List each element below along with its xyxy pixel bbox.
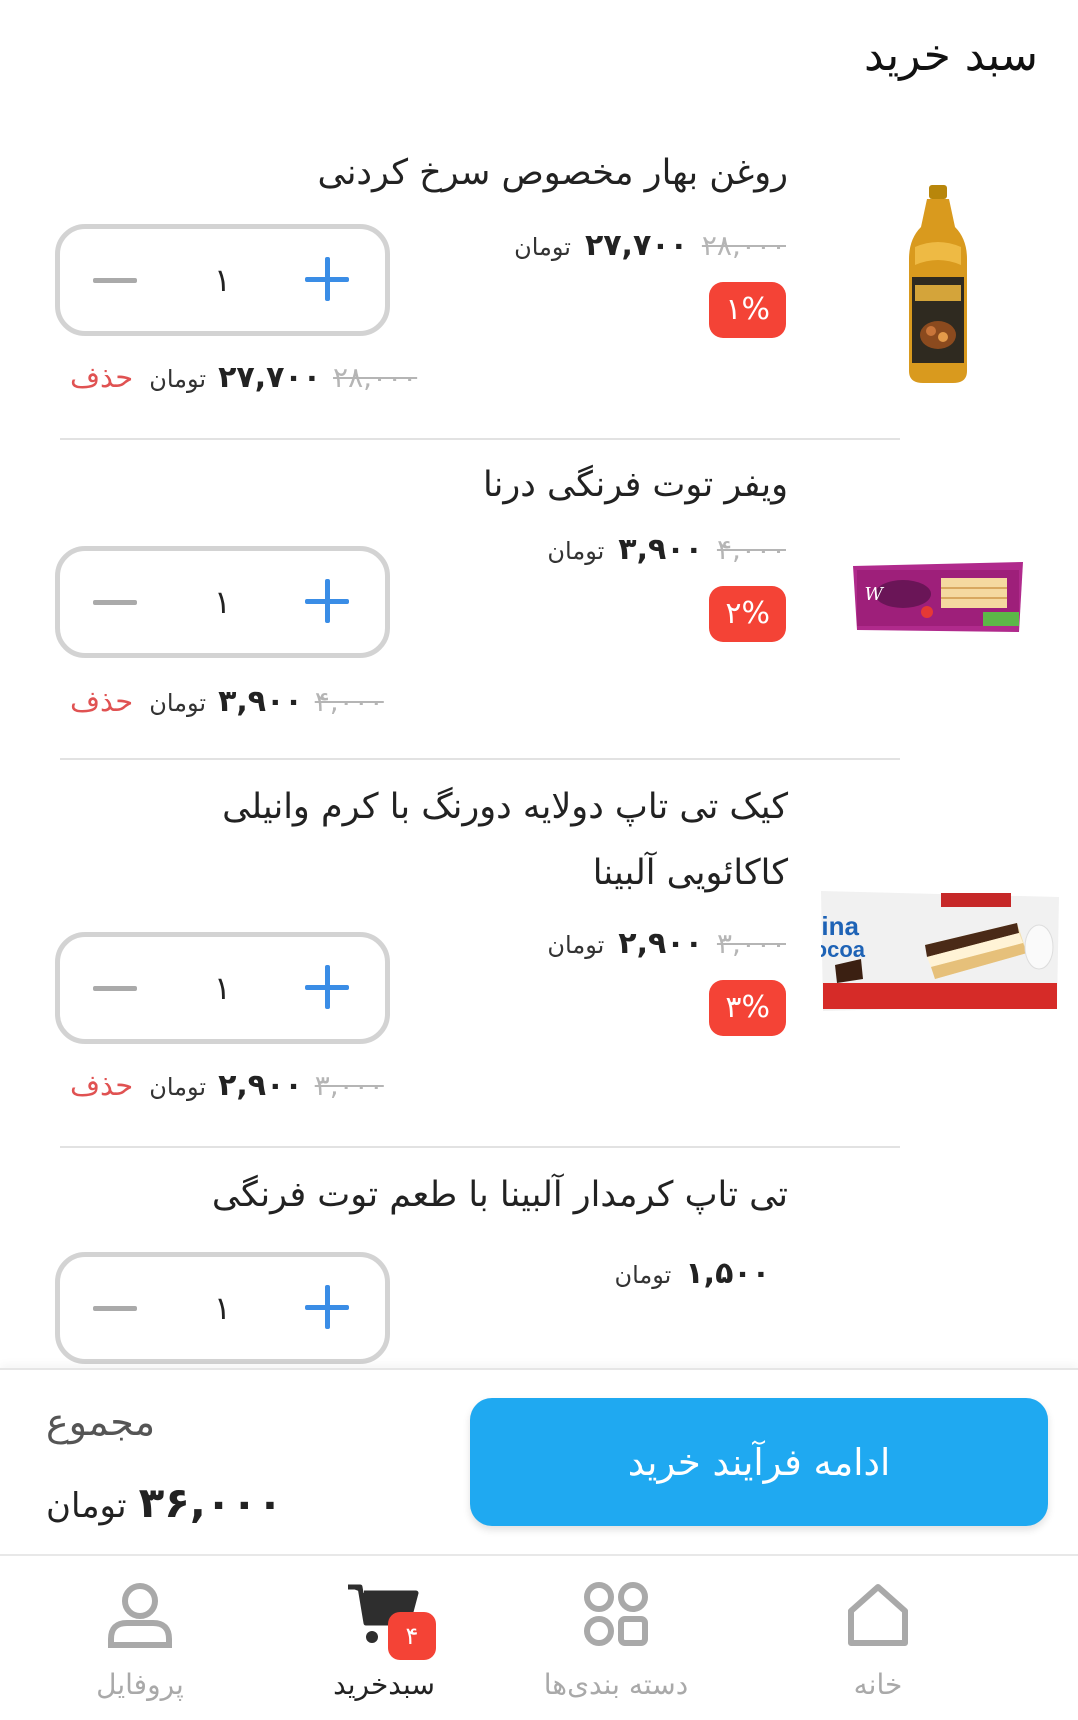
currency-label: تومان [514,233,571,261]
decrease-button[interactable] [90,577,140,627]
total-value: ۳۶,۰۰۰ [138,1478,283,1527]
cart-summary: مجموع ۳۶,۰۰۰ تومان ادامه فرآیند خرید [0,1368,1078,1554]
discount-badge: ۱% [709,282,786,338]
quantity-value: ۱ [213,583,232,621]
minus-icon [93,277,137,283]
currency-label: تومان [614,1261,672,1289]
cart-icon: ۴ [284,1574,484,1660]
line-total-new: ۲,۹۰۰ [218,1068,303,1103]
user-icon [40,1574,240,1654]
unit-price: ۳,۰۰۰ ۲,۹۰۰ تومان [547,926,786,961]
line-total-old: ۲۸,۰۰۰ [333,361,418,394]
increase-button[interactable] [305,577,355,627]
discount-badge: ۳% [709,980,786,1036]
delete-button[interactable]: حذف [70,684,133,718]
cart-item: روغن بهار مخصوص سرخ کردنی ۲۸,۰۰۰ ۲۷,۷۰۰ … [0,140,1078,440]
total-amount: ۳۶,۰۰۰ تومان [46,1478,283,1527]
nav-profile[interactable]: پروفایل [40,1574,240,1701]
total-label: مجموع [46,1400,156,1444]
line-total-old: ۴,۰۰۰ [314,685,384,718]
grid-icon [506,1574,726,1654]
old-price: ۴,۰۰۰ [716,533,786,566]
currency-label: تومان [149,689,207,717]
new-price: ۳,۹۰۰ [618,532,703,567]
product-name[interactable]: روغن بهار مخصوص سرخ کردنی [128,140,788,206]
nav-categories[interactable]: دسته بندی‌ها [506,1574,726,1701]
nav-home-label: خانه [853,1668,903,1701]
checkout-button[interactable]: ادامه فرآیند خرید [470,1398,1048,1526]
new-price: ۲,۹۰۰ [618,926,703,961]
currency-label: تومان [149,1073,207,1101]
old-price: ۳,۰۰۰ [716,927,786,960]
divider [60,1146,900,1148]
svg-text:W: W [864,584,884,605]
nav-categories-label: دسته بندی‌ها [543,1668,689,1701]
minus-icon [93,599,137,605]
home-icon [798,1574,958,1654]
line-total: حذف ۲,۹۰۰ تومان ۳,۰۰۰ [70,1068,384,1103]
cart-list[interactable]: روغن بهار مخصوص سرخ کردنی ۲۸,۰۰۰ ۲۷,۷۰۰ … [0,0,1078,1368]
cart-count-badge: ۴ [388,1612,436,1660]
quantity-value: ۱ [213,261,232,299]
delete-button[interactable]: حذف [70,1068,133,1102]
divider [60,758,900,760]
line-total-new: ۲۷,۷۰۰ [218,360,322,395]
nav-profile-label: پروفایل [96,1668,184,1701]
minus-icon [93,985,137,991]
quantity-stepper: ۱ [55,546,390,658]
unit-price: ۲۸,۰۰۰ ۲۷,۷۰۰ تومان [514,228,786,263]
currency-label: تومان [547,931,605,959]
product-image-wafer: W [828,552,1048,642]
currency-label: تومان [149,365,207,393]
line-total: حذف ۲۷,۷۰۰ تومان ۲۸,۰۰۰ [70,360,417,395]
cart-item: W ویفر توت فرنگی درنا ۴,۰۰۰ ۳,۹۰۰ تومان … [0,462,1078,762]
quantity-stepper: ۱ [55,1252,390,1364]
product-image-cake: Albina cocoa [820,884,1060,1014]
cart-item: تی تاپ کرمدار آلبینا با طعم توت فرنگی ۱,… [0,1172,1078,1368]
divider [60,438,900,440]
quantity-value: ۱ [213,1289,232,1327]
discount-badge: ۲% [709,586,786,642]
nav-cart[interactable]: ۴ سبدخرید [284,1574,484,1701]
quantity-value: ۱ [213,969,232,1007]
quantity-stepper: ۱ [55,932,390,1044]
unit-price: ۴,۰۰۰ ۳,۹۰۰ تومان [547,532,786,567]
delete-button[interactable]: حذف [70,360,133,394]
decrease-button[interactable] [90,963,140,1013]
line-total-old: ۳,۰۰۰ [314,1069,384,1102]
increase-button[interactable] [305,255,355,305]
cart-item: Albina cocoa کیک تی تاپ دولایه دورنگ با … [0,784,1078,1144]
currency-label: تومان [547,537,605,565]
decrease-button[interactable] [90,255,140,305]
currency-label: تومان [46,1486,127,1526]
product-name[interactable]: ویفر توت فرنگی درنا [128,452,788,518]
line-total: حذف ۳,۹۰۰ تومان ۴,۰۰۰ [70,684,384,719]
decrease-button[interactable] [90,1283,140,1333]
bottom-nav: پروفایل ۴ سبدخرید دسته بندی‌ها [0,1554,1078,1720]
cake-flavor-text: cocoa [821,937,866,962]
new-price: ۱,۵۰۰ [685,1256,770,1291]
increase-button[interactable] [305,1283,355,1333]
line-total-new: ۳,۹۰۰ [218,684,303,719]
new-price: ۲۷,۷۰۰ [584,228,688,263]
product-name[interactable]: تی تاپ کرمدار آلبینا با طعم توت فرنگی [128,1162,788,1228]
unit-price: ۱,۵۰۰ تومان [614,1256,770,1291]
product-image-oil [828,180,1048,390]
minus-icon [93,1305,137,1311]
quantity-stepper: ۱ [55,224,390,336]
nav-home[interactable]: خانه [798,1574,958,1701]
old-price: ۲۸,۰۰۰ [701,229,786,262]
nav-cart-label: سبدخرید [333,1668,435,1701]
increase-button[interactable] [305,963,355,1013]
product-name[interactable]: کیک تی تاپ دولایه دورنگ با کرم وانیلی کا… [128,774,788,906]
